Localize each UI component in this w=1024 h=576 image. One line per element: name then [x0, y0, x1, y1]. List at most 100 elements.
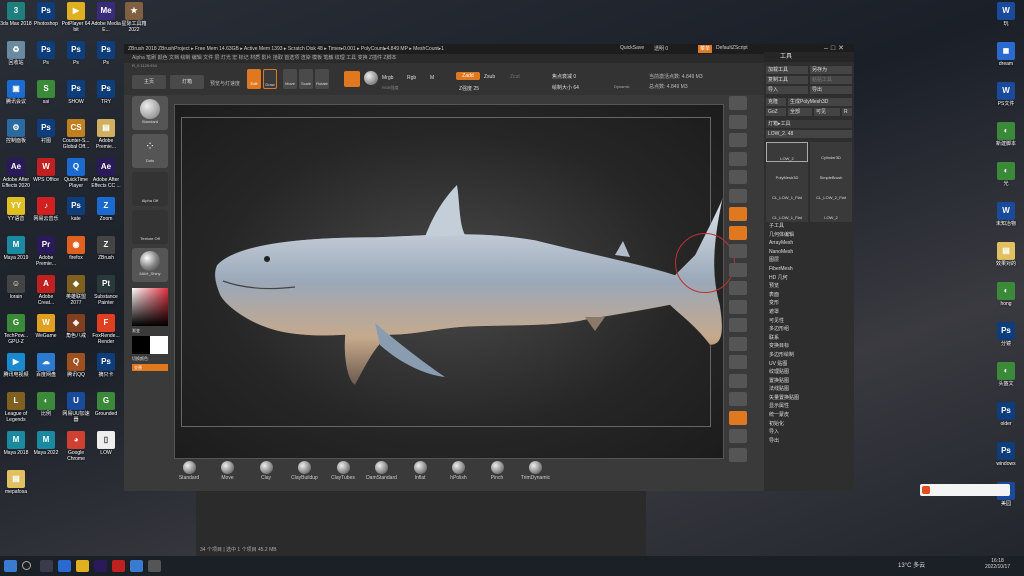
desktop-icon-right-8[interactable]: Ps 分镜	[990, 322, 1022, 347]
desktop-icon-27[interactable]: Z ZBrush	[90, 236, 122, 261]
load-tool-button[interactable]: 加载工具	[766, 66, 808, 74]
desktop-icon-13[interactable]: Ps 衬图	[30, 119, 62, 144]
search-icon[interactable]	[22, 561, 31, 570]
brush-0[interactable]: Standard	[172, 459, 206, 481]
alpha-swatch[interactable]: Alpha Off	[132, 172, 168, 206]
right-shelf-button-17[interactable]	[729, 410, 747, 425]
tool-subpalette-item[interactable]: 几何体编辑	[764, 231, 854, 240]
right-shelf-button-12[interactable]	[729, 318, 747, 332]
tool-thumb-1[interactable]: Cylinder3D	[810, 142, 852, 162]
z-intensity-slider[interactable]: Z强度 25	[459, 85, 479, 92]
tool-subpalette-item[interactable]: 初始化	[764, 420, 854, 429]
right-shelf-button-3[interactable]	[729, 151, 747, 166]
tool-subpalette-item[interactable]: 纹理贴图	[764, 368, 854, 377]
desktop-icon-38[interactable]: Q 腾讯QQ	[60, 353, 92, 378]
brush-3[interactable]: ClayBuildup	[288, 459, 322, 481]
transparency-slider[interactable]: 透明 0	[654, 45, 668, 52]
color-sphere-icon[interactable]	[364, 71, 378, 85]
desktop-icon-47[interactable]: ▯ LOW	[90, 431, 122, 456]
desktop-icon-35[interactable]: F FoxRende... Render	[90, 314, 122, 345]
tool-thumb-4[interactable]: CL_LOW_1_Flat	[766, 182, 808, 202]
tool-subpalette-item[interactable]: 可见性	[764, 317, 854, 326]
script-name[interactable]: DefaultZScript	[716, 45, 748, 51]
quicksave-button[interactable]: QuickSave	[620, 45, 644, 51]
brush-4[interactable]: ClayTubes	[326, 459, 360, 481]
tool-subpalette-item[interactable]: FiberMesh	[764, 265, 854, 274]
desktop-icon-10[interactable]: Ps SHOW	[60, 80, 92, 105]
right-shelf-button-13[interactable]	[729, 336, 747, 351]
desktop-icon-24[interactable]: M Maya 2019	[0, 236, 32, 261]
tool-subpalette-item[interactable]: 统一蒙皮	[764, 411, 854, 420]
desktop-icon-16[interactable]: Ae Adobe After Effects 2020	[0, 158, 32, 189]
desktop-icon-9[interactable]: Ssai	[30, 80, 62, 105]
draw-button[interactable]: Draw	[263, 69, 277, 89]
tool-subpalette-item[interactable]: 预览	[764, 282, 854, 291]
paste-tool-button[interactable]: 粘贴工具	[810, 76, 852, 84]
desktop-icon-34[interactable]: ◈ 角色八戒	[60, 314, 92, 339]
right-shelf-button-6[interactable]	[729, 207, 747, 221]
window-controls[interactable]: –□✕	[824, 44, 847, 52]
desktop-icon-46[interactable]: ◕ Google Chrome	[60, 431, 92, 462]
tool-subpalette-item[interactable]: 导出	[764, 437, 854, 446]
tool-subpalette-item[interactable]: 多边形绘制	[764, 351, 854, 360]
desktop-icon-11[interactable]: Ps TRY	[90, 80, 122, 105]
desktop-icon-14[interactable]: CS Counter-S... Global Off...	[60, 119, 92, 150]
desktop-icon-20[interactable]: YY YY语音	[0, 197, 32, 222]
desktop-icon-2[interactable]: ▶ PotPlayer 64 bit	[60, 2, 92, 33]
taskbar-app-red[interactable]	[112, 560, 125, 572]
desktop-icon-right-11[interactable]: Ps windows	[990, 442, 1022, 467]
shark-model[interactable]	[175, 105, 725, 460]
taskbar-ae-icon[interactable]	[94, 560, 107, 572]
desktop-icon-42[interactable]: U 网易UU加速器	[60, 392, 92, 423]
right-shelf-button-10[interactable]	[729, 281, 747, 295]
brush-9[interactable]: TrimDynamic	[519, 459, 553, 481]
alternate-button[interactable]: 交替	[132, 364, 168, 371]
desktop-icon-28[interactable]: ☺ lorain	[0, 275, 32, 300]
taskbar-app-1[interactable]	[58, 560, 71, 572]
desktop-icon-26[interactable]: ◉ firefox	[60, 236, 92, 261]
desktop-icon-29[interactable]: A Adobe Creat...	[30, 275, 62, 306]
desktop-icon-right-7[interactable]: ◐ hong	[990, 282, 1022, 307]
make-polymesh-button[interactable]: 生成PolyMesh3D	[788, 98, 852, 106]
focal-shift-slider[interactable]: 焦点衰减 0	[552, 73, 576, 80]
tool-subpalette-item[interactable]: UV 贴图	[764, 360, 854, 369]
menu-bar[interactable]: Alpha 笔刷 颜色 文档 绘制 编辑 文件 层 灯光 宏 标记 材质 影片 …	[124, 54, 854, 63]
save-as-button[interactable]: 另存为	[810, 66, 852, 74]
desktop-icon-48[interactable]: ▤ mepafosa	[0, 470, 32, 495]
texture-swatch[interactable]: Texture Off	[132, 210, 168, 244]
tool-subpalette-item[interactable]: 图层	[764, 256, 854, 265]
clone-button[interactable]: 克隆	[766, 98, 786, 106]
desktop-icon-17[interactable]: W WPS Office	[30, 158, 62, 183]
menu-items[interactable]: Alpha 笔刷 颜色 文档 绘制 编辑 文件 层 灯光 宏 标记 材质 影片 …	[132, 55, 396, 61]
brush-swatch[interactable]: Standard	[132, 96, 168, 130]
brush-1[interactable]: Move	[211, 459, 245, 481]
desktop-icon-right-3[interactable]: ◐ 新建脚本	[990, 122, 1022, 147]
dynamic-button[interactable]: Dynamic	[614, 84, 630, 89]
right-shelf-button-8[interactable]	[729, 244, 747, 258]
right-shelf-button-16[interactable]	[729, 392, 747, 406]
right-shelf-button-1[interactable]	[729, 114, 747, 129]
lightbox-button[interactable]: 灯箱	[170, 75, 204, 89]
zsub-button[interactable]: Zsub	[484, 74, 495, 80]
tool-subpalette-item[interactable]: NanoMesh	[764, 248, 854, 257]
tool-subpalette-item[interactable]: 联系	[764, 334, 854, 343]
desktop-icon-right-4[interactable]: ◐ 光	[990, 162, 1022, 187]
menu-button[interactable]: 菜单	[698, 45, 712, 53]
right-shelf-button-14[interactable]	[729, 355, 747, 369]
tool-subpalette-item[interactable]: 法线贴图	[764, 385, 854, 394]
desktop-icon-right-10[interactable]: Ps older	[990, 402, 1022, 427]
tool-panel-header[interactable]: 工具	[764, 52, 854, 62]
brush-2[interactable]: Clay	[249, 459, 283, 481]
tool-subpalette-item[interactable]: 置换贴图	[764, 377, 854, 386]
color-picker[interactable]	[132, 288, 168, 326]
home-button[interactable]: 主页	[132, 75, 166, 89]
desktop-icon-15[interactable]: ▤ Adobe Premie...	[90, 119, 122, 150]
taskbar-zbrush-icon[interactable]	[148, 560, 161, 572]
current-tool-slider[interactable]: LOW_2. 48	[766, 130, 852, 138]
desktop-icon-right-1[interactable]: ◼ dream	[990, 42, 1022, 67]
draw-size-slider[interactable]: 绘制大小 64	[552, 84, 579, 91]
desktop-icon-43[interactable]: G Grounded	[90, 392, 122, 417]
desktop-icon-25[interactable]: Pr Adobe Premie...	[30, 236, 62, 267]
tool-thumb-5[interactable]: CL_LOW_2_Flat	[810, 182, 852, 202]
tool-subpalette-item[interactable]: 变形	[764, 299, 854, 308]
